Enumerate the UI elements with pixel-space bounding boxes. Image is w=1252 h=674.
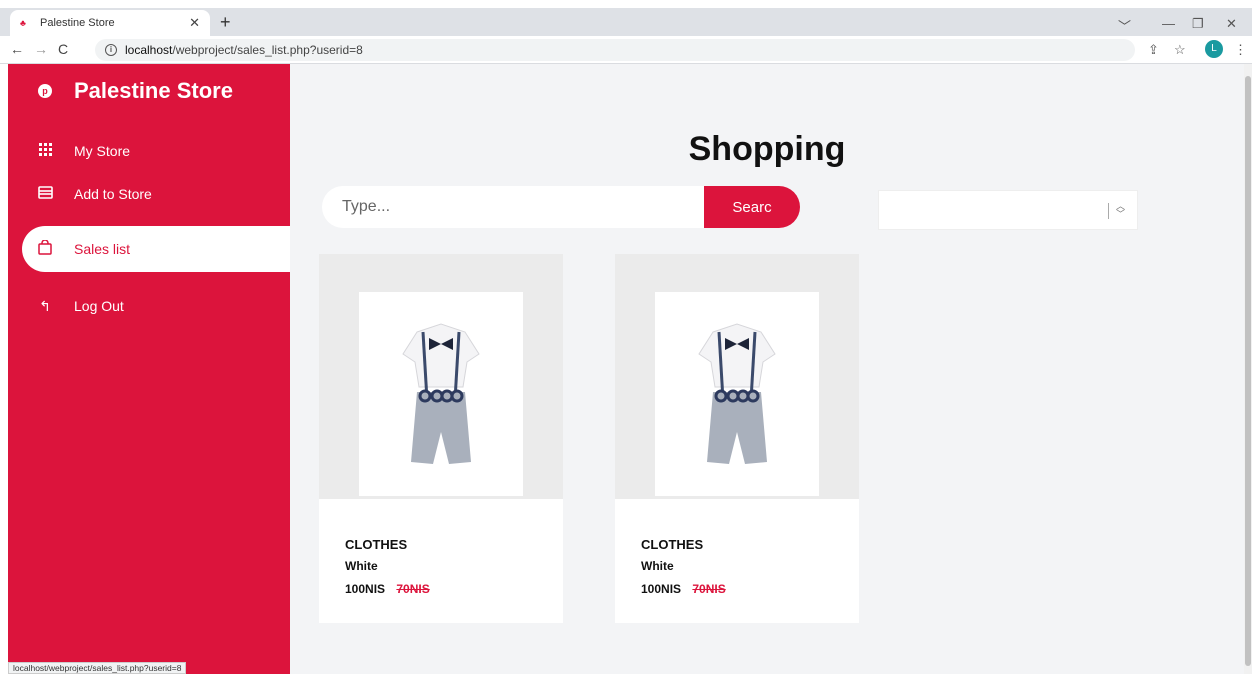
maximize-icon[interactable]: ❐ — [1192, 16, 1204, 32]
product-color: White — [641, 559, 674, 573]
tab-search-icon[interactable]: ﹀ — [1118, 16, 1131, 35]
new-tab-icon[interactable]: + — [220, 13, 231, 31]
brand-name: Palestine Store — [74, 78, 233, 103]
sidebar-item-log-out[interactable]: ↰ Log Out — [22, 283, 290, 329]
product-image-area — [615, 254, 859, 499]
minimize-icon[interactable]: — — [1162, 16, 1175, 31]
browser-tab[interactable]: ♣ Palestine Store ✕ — [10, 10, 210, 36]
main-content: Shopping Searc ︿﹀ — [290, 64, 1244, 674]
back-icon[interactable]: ← — [10, 41, 24, 57]
page-title: Shopping — [688, 130, 846, 168]
document-strip — [0, 0, 1252, 8]
sidebar: p Palestine Store My Store Add to Store … — [8, 64, 290, 674]
product-image — [655, 292, 819, 496]
search-button[interactable]: Searc — [704, 186, 800, 228]
product-image-area — [319, 254, 563, 499]
product-card[interactable]: CLOTHES White 100NIS 70NIS — [319, 254, 563, 623]
scroll-thumb[interactable] — [1245, 76, 1251, 666]
info-icon[interactable]: i — [105, 44, 117, 56]
sidebar-item-my-store[interactable]: My Store — [22, 128, 290, 174]
sidebar-item-sales-list[interactable]: Sales list — [22, 226, 290, 272]
sidebar-item-label: Sales list — [74, 241, 131, 257]
product-old-price: 70NIS — [396, 582, 430, 596]
share-icon[interactable]: ⇪ — [1148, 42, 1159, 58]
scrollbar[interactable] — [1244, 64, 1252, 674]
product-card[interactable]: CLOTHES White 100NIS 70NIS — [615, 254, 859, 623]
sidebar-item-label: Add to Store — [74, 186, 152, 202]
tab-close-icon[interactable]: ✕ — [189, 15, 200, 31]
bag-icon — [36, 239, 54, 258]
sidebar-item-add-to-store[interactable]: Add to Store — [22, 171, 290, 217]
browser-toolbar: ← → C i localhost/webproject/sales_list.… — [0, 36, 1252, 64]
profile-avatar[interactable]: L — [1205, 40, 1223, 58]
sidebar-item-label: My Store — [74, 143, 131, 159]
reload-icon[interactable]: C — [58, 41, 68, 57]
product-price-row: 100NIS 70NIS — [641, 582, 726, 596]
url-text: localhost/webproject/sales_list.php?user… — [125, 43, 363, 57]
product-old-price: 70NIS — [692, 582, 726, 596]
status-url: localhost/webproject/sales_list.php?user… — [8, 662, 187, 674]
logout-icon: ↰ — [39, 297, 51, 314]
address-bar[interactable]: i localhost/webproject/sales_list.php?us… — [95, 39, 1135, 61]
product-name: CLOTHES — [345, 537, 408, 552]
product-name: CLOTHES — [641, 537, 704, 552]
close-window-icon[interactable]: ✕ — [1226, 16, 1237, 32]
product-price: 100NIS — [345, 582, 386, 596]
forward-icon[interactable]: → — [34, 41, 48, 57]
sidebar-item-label: Log Out — [74, 298, 124, 314]
store-icon — [36, 186, 54, 202]
updown-chevron-icon: ︿ ﹀ — [1115, 201, 1125, 219]
favicon-icon: ♣ — [20, 18, 26, 28]
brand[interactable]: p Palestine Store — [38, 78, 233, 104]
search-bar: Searc — [322, 186, 800, 228]
filter-select[interactable]: ︿ ﹀ — [878, 190, 1138, 230]
menu-kebab-icon[interactable]: ⋮ — [1234, 42, 1247, 58]
browser-tab-bar: ♣ Palestine Store ✕ + ﹀ — ❐ ✕ — [0, 8, 1252, 36]
search-input[interactable] — [322, 186, 704, 228]
grid-icon — [36, 143, 54, 159]
pinterest-logo-icon: p — [38, 84, 52, 98]
product-color: White — [345, 559, 378, 573]
product-price: 100NIS — [641, 582, 682, 596]
select-separator — [1108, 203, 1109, 219]
tab-title: Palestine Store — [40, 17, 115, 29]
product-price-row: 100NIS 70NIS — [345, 582, 430, 596]
bookmark-star-icon[interactable]: ☆ — [1174, 42, 1186, 58]
product-image — [359, 292, 523, 496]
